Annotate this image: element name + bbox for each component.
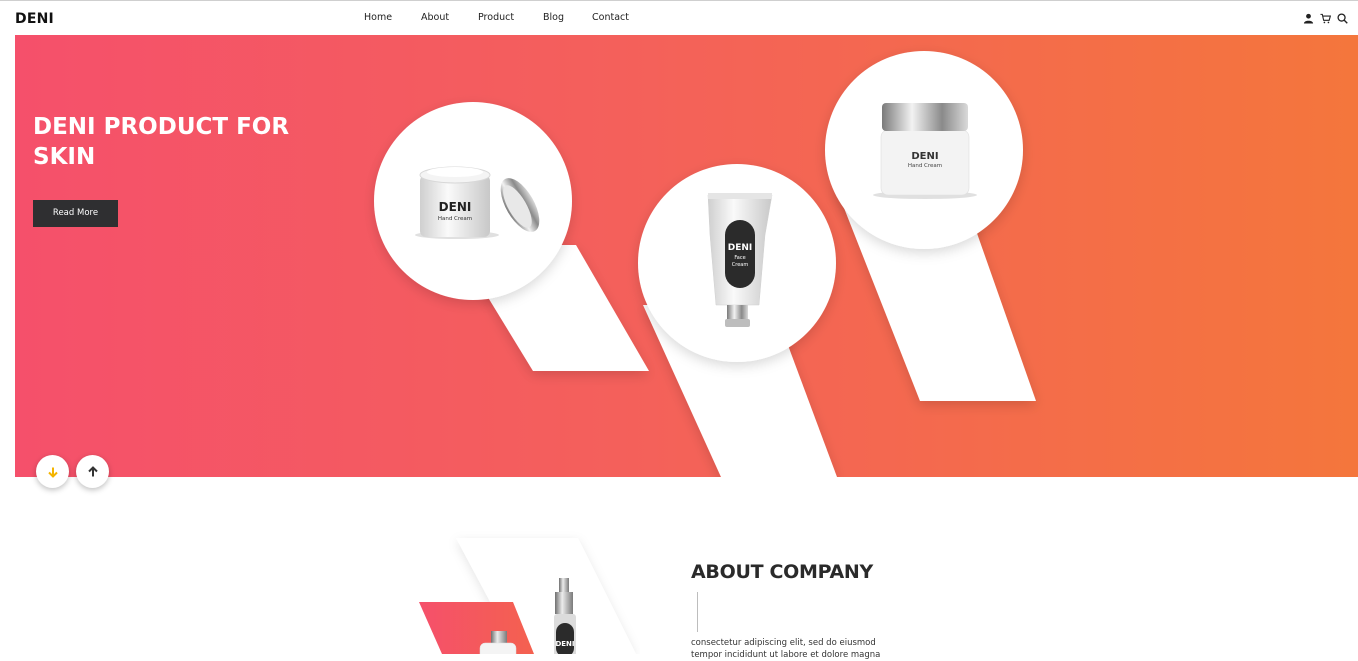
nav-contact[interactable]: Contact xyxy=(592,12,629,23)
user-icon[interactable] xyxy=(1303,13,1314,24)
svg-text:Hand Cream: Hand Cream xyxy=(438,216,472,222)
header-icons xyxy=(1303,13,1348,24)
svg-text:Hand Cream: Hand Cream xyxy=(908,163,942,169)
about-text-line-1: consectetur adipiscing elit, sed do eius… xyxy=(691,638,876,648)
arrow-up-icon xyxy=(87,465,98,476)
search-icon[interactable] xyxy=(1337,13,1348,24)
svg-text:DENI: DENI xyxy=(439,200,472,214)
about-text: consectetur adipiscing elit, sed do eius… xyxy=(691,637,881,661)
svg-text:Cream: Cream xyxy=(732,262,749,268)
nav-home[interactable]: Home xyxy=(364,12,392,23)
hero-banner: DENI Hand Cream DENI Face Cream DENI Han… xyxy=(15,35,1358,477)
site-logo[interactable]: DENI xyxy=(15,11,54,27)
svg-text:DENI: DENI xyxy=(911,151,938,162)
arrow-down-icon xyxy=(47,467,58,478)
about-divider xyxy=(697,592,698,632)
cart-icon[interactable] xyxy=(1320,13,1331,24)
hero-title: DENI PRODUCT FOR SKIN xyxy=(33,114,290,170)
scroll-down-button[interactable] xyxy=(36,455,69,488)
svg-text:DENI: DENI xyxy=(555,640,574,648)
product-hand-cream-closed: DENI Hand Cream xyxy=(873,103,977,199)
hero-graphic: DENI Hand Cream DENI Face Cream DENI Han… xyxy=(374,51,1036,477)
read-more-button[interactable]: Read More xyxy=(33,200,118,227)
scroll-up-button[interactable] xyxy=(76,455,109,488)
nav-about[interactable]: About xyxy=(421,12,449,23)
about-text-line-2: tempor incididunt ut labore et dolore ma… xyxy=(691,650,881,660)
about-title: ABOUT COMPANY xyxy=(691,561,873,583)
about-graphic: DENI xyxy=(419,538,636,654)
svg-text:Face: Face xyxy=(734,255,745,261)
nav-blog[interactable]: Blog xyxy=(543,12,564,23)
nav-product[interactable]: Product xyxy=(478,12,514,23)
site-header: DENI Home About Product Blog Contact xyxy=(0,1,1358,35)
svg-text:DENI: DENI xyxy=(728,243,753,253)
